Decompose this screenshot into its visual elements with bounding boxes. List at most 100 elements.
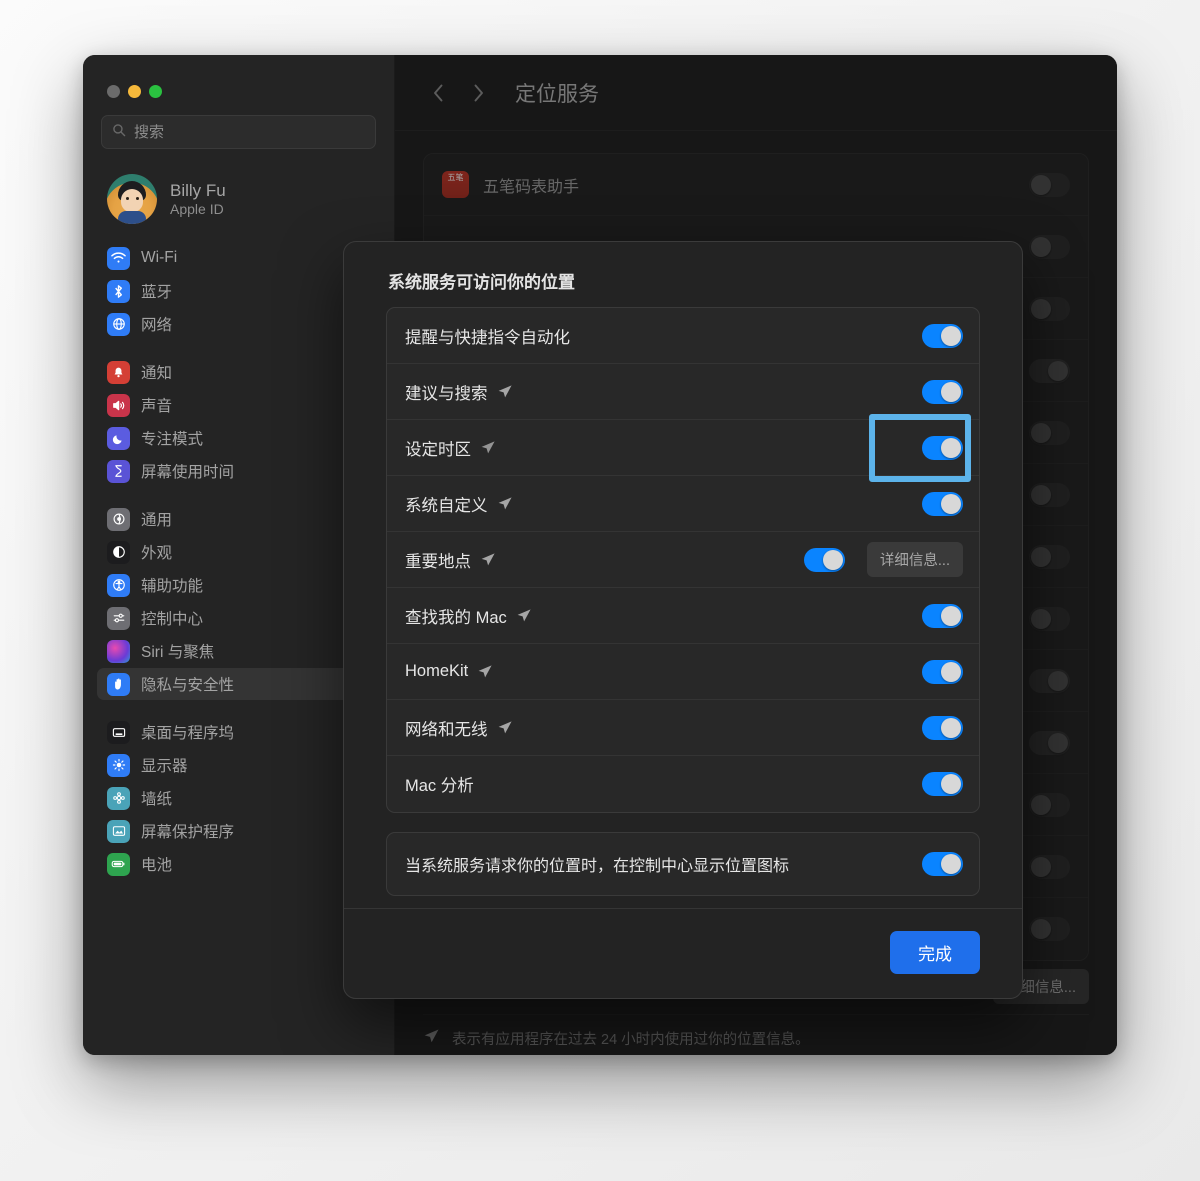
siri-icon: [107, 639, 130, 663]
service-row-system-customization[interactable]: 系统自定义: [387, 476, 979, 532]
control-center-option-label: 当系统服务请求你的位置时，在控制中心显示位置图标: [405, 858, 790, 875]
sidebar-item-label: 专注模式: [141, 431, 204, 448]
search-input[interactable]: [134, 123, 365, 141]
app-location-toggle[interactable]: [1029, 482, 1070, 507]
service-row-find-my-mac[interactable]: 查找我的 Mac: [387, 588, 979, 644]
app-name: 五笔码表助手: [483, 178, 580, 196]
service-label: 建议与搜索: [405, 380, 912, 404]
sidebar-item-general[interactable]: 通用: [97, 503, 380, 535]
sidebar-item-sound[interactable]: 声音: [97, 389, 380, 421]
service-row-reminders-shortcuts[interactable]: 提醒与快捷指令自动化: [387, 308, 979, 364]
sidebar-item-bluetooth[interactable]: 蓝牙: [97, 275, 380, 307]
service-label-text: 重要地点: [405, 552, 471, 571]
service-toggle[interactable]: [803, 547, 845, 572]
sidebar-item-wifi[interactable]: Wi-Fi: [97, 242, 380, 274]
service-row-significant-locations[interactable]: 重要地点 详细信息...: [387, 532, 979, 588]
control-center-option-card: 当系统服务请求你的位置时，在控制中心显示位置图标: [386, 832, 980, 896]
dialog-body: 提醒与快捷指令自动化 建议与搜索 设定时区 系统自定义 重要地点 详细信息...…: [344, 307, 1022, 896]
control-center-option-toggle[interactable]: [922, 852, 963, 876]
sidebar-item-desktop-dock[interactable]: 桌面与程序坞: [97, 716, 380, 748]
service-label: 重要地点: [405, 548, 794, 572]
sidebar-item-wallpaper[interactable]: 墙纸: [97, 782, 380, 814]
control-center-icon: [107, 606, 130, 630]
sidebar-item-label: 屏幕使用时间: [141, 464, 235, 481]
service-row-set-time-zone[interactable]: 设定时区: [387, 413, 979, 482]
app-location-toggle[interactable]: [1029, 234, 1070, 259]
displays-icon: [107, 753, 130, 777]
sidebar-item-screen-time[interactable]: 屏幕使用时间: [97, 455, 380, 487]
app-location-toggle[interactable]: [1029, 296, 1070, 321]
battery-icon: [107, 852, 130, 876]
location-arrow-icon: [497, 720, 513, 736]
chevron-right-icon[interactable]: [463, 78, 493, 108]
app-location-toggle[interactable]: [1029, 544, 1070, 569]
service-label-text: 建议与搜索: [405, 384, 488, 403]
location-arrow-icon: [516, 608, 532, 624]
accessibility-icon: [107, 573, 130, 597]
sidebar-item-appearance[interactable]: 外观: [97, 536, 380, 568]
service-toggle[interactable]: [922, 603, 963, 628]
service-toggle[interactable]: [922, 379, 963, 404]
service-label: HomeKit: [405, 662, 912, 681]
location-arrow-icon: [497, 496, 513, 512]
sidebar-item-label: Wi-Fi: [141, 249, 178, 266]
service-row-suggestions-search[interactable]: 建议与搜索: [387, 364, 979, 420]
location-arrow-icon: [497, 384, 513, 400]
control-center-option-row[interactable]: 当系统服务请求你的位置时，在控制中心显示位置图标: [387, 833, 979, 895]
sidebar-item-focus[interactable]: 专注模式: [97, 422, 380, 454]
app-location-toggle[interactable]: [1029, 917, 1070, 941]
app-location-toggle[interactable]: [1029, 792, 1070, 817]
service-label: 提醒与快捷指令自动化: [405, 328, 570, 347]
sidebar-item-accessibility[interactable]: 辅助功能: [97, 569, 380, 601]
system-services-dialog: 系统服务可访问你的位置 提醒与快捷指令自动化 建议与搜索 设定时区 系统自定义 …: [343, 241, 1023, 999]
significant-locations-details-button[interactable]: 详细信息...: [866, 542, 963, 577]
service-toggle[interactable]: [922, 715, 963, 740]
service-row-mac-analytics[interactable]: Mac 分析: [387, 756, 979, 812]
app-location-toggle[interactable]: [1029, 606, 1070, 631]
close-button[interactable]: [107, 85, 120, 98]
apple-id-profile[interactable]: Billy Fu Apple ID: [97, 166, 380, 232]
service-label-text: 设定时区: [405, 440, 471, 459]
chevron-left-icon[interactable]: [423, 78, 453, 108]
minimize-button[interactable]: [128, 85, 141, 98]
sidebar-item-control-center[interactable]: 控制中心: [97, 602, 380, 634]
service-label: 设定时区: [405, 436, 912, 460]
sidebar-item-displays[interactable]: 显示器: [97, 749, 380, 781]
service-toggle[interactable]: [922, 772, 963, 796]
sidebar-item-label: 显示器: [141, 758, 188, 775]
app-location-toggle[interactable]: [1029, 854, 1070, 879]
location-arrow-icon: [480, 552, 496, 568]
app-location-toggle[interactable]: [1029, 358, 1070, 383]
sidebar-item-label: 蓝牙: [141, 284, 173, 301]
service-toggle[interactable]: [922, 323, 963, 348]
location-arrow-icon: [423, 1028, 440, 1049]
service-toggle[interactable]: [922, 435, 963, 460]
table-row[interactable]: 五笔 五笔码表助手: [424, 154, 1088, 216]
done-button[interactable]: 完成: [890, 931, 980, 974]
sidebar-item-network[interactable]: 网络: [97, 308, 380, 340]
app-location-toggle[interactable]: [1029, 668, 1070, 693]
app-location-toggle[interactable]: [1029, 172, 1070, 197]
search-icon: [112, 123, 126, 142]
sidebar-item-screensaver[interactable]: 屏幕保护程序: [97, 815, 380, 847]
maximize-button[interactable]: [149, 85, 162, 98]
sidebar-item-label: 桌面与程序坞: [141, 725, 235, 742]
sidebar-item-siri-spotlight[interactable]: Siri 与聚焦: [97, 635, 380, 667]
app-location-toggle[interactable]: [1029, 730, 1070, 755]
sidebar-item-privacy-security[interactable]: 隐私与安全性: [97, 668, 380, 700]
avatar: [107, 174, 157, 224]
sidebar-item-label: 屏幕保护程序: [141, 824, 235, 841]
service-toggle[interactable]: [922, 659, 963, 684]
service-row-homekit[interactable]: HomeKit: [387, 644, 979, 700]
app-location-toggle[interactable]: [1029, 420, 1070, 445]
bluetooth-icon: [107, 279, 130, 303]
sidebar-item-notifications[interactable]: 通知: [97, 356, 380, 388]
service-toggle[interactable]: [922, 491, 963, 516]
dialog-footer: 完成: [344, 908, 1022, 998]
sidebar-item-battery[interactable]: 电池: [97, 848, 380, 880]
service-row-networking-wireless[interactable]: 网络和无线: [387, 700, 979, 756]
service-label: 网络和无线: [405, 716, 912, 740]
app-icon: 五笔: [442, 171, 469, 198]
search-field[interactable]: [101, 115, 376, 149]
service-label-text: HomeKit: [405, 662, 469, 680]
